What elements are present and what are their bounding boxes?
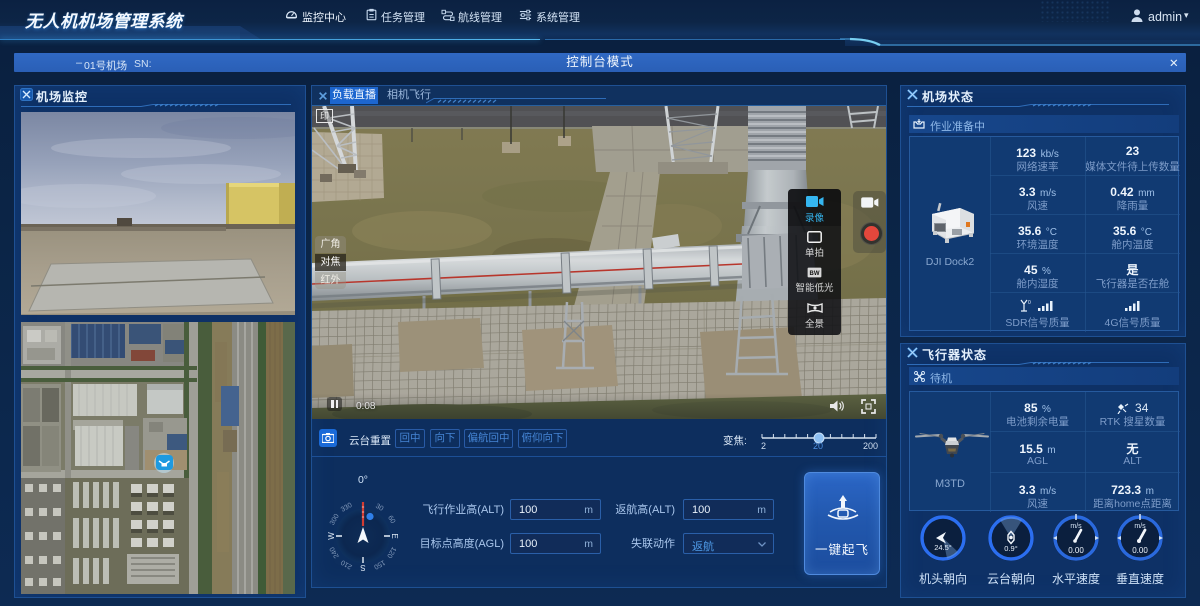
svg-text:0.9°: 0.9° — [1004, 544, 1017, 553]
svg-text:BW: BW — [810, 271, 820, 277]
svg-text:W: W — [327, 532, 336, 540]
svg-text:0: 0 — [1028, 300, 1031, 306]
svg-text:2: 2 — [761, 441, 766, 451]
svg-text:E: E — [390, 533, 399, 538]
svg-text:0.00: 0.00 — [1132, 546, 1148, 555]
svg-text:200: 200 — [863, 441, 878, 451]
svg-text:24.5°: 24.5° — [934, 543, 952, 552]
svg-text:30: 30 — [374, 503, 384, 513]
svg-text:0.00: 0.00 — [1068, 546, 1084, 555]
svg-text:S: S — [360, 563, 365, 572]
svg-text:20: 20 — [813, 441, 823, 451]
svg-text:60: 60 — [386, 515, 396, 525]
